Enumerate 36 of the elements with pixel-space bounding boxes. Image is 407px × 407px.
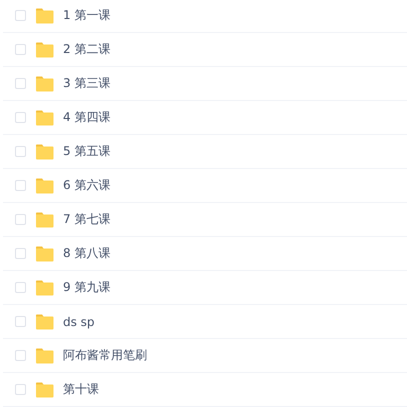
folder-name[interactable]: 6 第六课 bbox=[63, 177, 110, 194]
folder-icon bbox=[35, 42, 54, 58]
folder-icon bbox=[35, 178, 54, 194]
checkbox[interactable] bbox=[15, 350, 26, 361]
folder-icon bbox=[35, 76, 54, 92]
checkbox[interactable] bbox=[15, 10, 26, 21]
folder-icon bbox=[35, 212, 54, 228]
folder-name[interactable]: 第十课 bbox=[63, 381, 99, 398]
checkbox[interactable] bbox=[15, 180, 26, 191]
checkbox[interactable] bbox=[15, 282, 26, 293]
checkbox[interactable] bbox=[15, 384, 26, 395]
checkbox[interactable] bbox=[15, 44, 26, 55]
checkbox[interactable] bbox=[15, 78, 26, 89]
folder-icon bbox=[35, 382, 54, 398]
folder-name[interactable]: ds sp bbox=[63, 314, 95, 328]
folder-name[interactable]: 8 第八课 bbox=[63, 245, 110, 262]
checkbox[interactable] bbox=[15, 112, 26, 123]
folder-icon bbox=[35, 280, 54, 296]
folder-icon bbox=[35, 110, 54, 126]
folder-icon bbox=[35, 8, 54, 24]
folder-name[interactable]: 阿布酱常用笔刷 bbox=[63, 347, 147, 364]
checkbox[interactable] bbox=[15, 316, 26, 327]
folder-name[interactable]: 9 第九课 bbox=[63, 279, 110, 296]
folder-icon bbox=[35, 246, 54, 262]
folder-name[interactable]: 7 第七课 bbox=[63, 211, 110, 228]
checkbox[interactable] bbox=[15, 214, 26, 225]
folder-name[interactable]: 3 第三课 bbox=[63, 75, 110, 92]
folder-name[interactable]: 4 第四课 bbox=[63, 109, 110, 126]
folder-icon bbox=[35, 314, 54, 330]
folder-name[interactable]: 2 第二课 bbox=[63, 41, 110, 58]
checkbox[interactable] bbox=[15, 146, 26, 157]
folder-name[interactable]: 1 第一课 bbox=[63, 7, 110, 24]
checkbox[interactable] bbox=[15, 248, 26, 259]
folder-icon bbox=[35, 144, 54, 160]
folder-icon bbox=[35, 348, 54, 364]
folder-name[interactable]: 5 第五课 bbox=[63, 143, 110, 160]
